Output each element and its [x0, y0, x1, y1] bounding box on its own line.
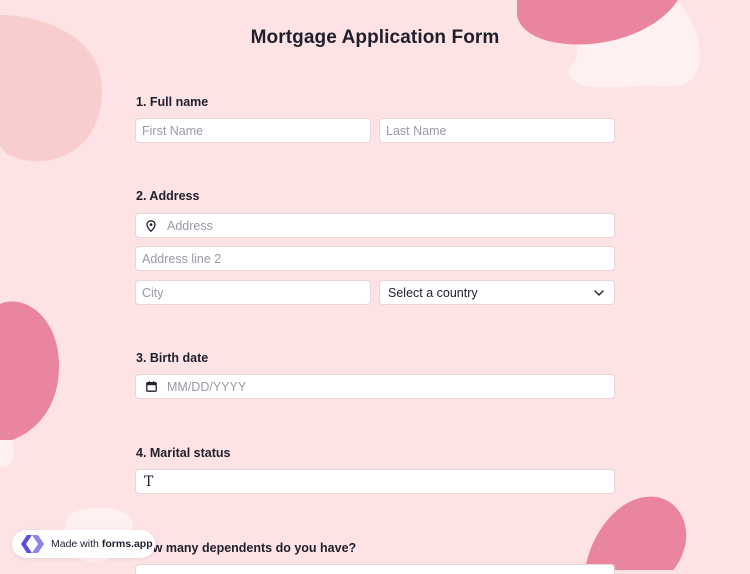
- address-line-2-placeholder: Address line 2: [142, 251, 222, 266]
- text-type-icon: T: [144, 473, 154, 490]
- birth-date-input[interactable]: MM/DD/YYYY: [135, 374, 615, 399]
- marital-status-input[interactable]: T: [135, 469, 615, 494]
- form-title: Mortgage Application Form: [250, 27, 500, 48]
- forms-app-logo-icon: [19, 534, 45, 554]
- address-placeholder: Address: [167, 218, 213, 233]
- address-line-2-input[interactable]: Address line 2: [135, 246, 615, 271]
- first-name-placeholder: First Name: [142, 123, 204, 138]
- mortgage-application-form: Mortgage Application Form 1. Full name F…: [0, 0, 750, 574]
- last-name-input[interactable]: Last Name: [379, 118, 615, 143]
- question-dependents-label: How many dependents do you have?: [136, 541, 357, 555]
- question-marital-status-label: 4. Marital status: [136, 446, 231, 460]
- made-with-forms-app-badge[interactable]: Made with forms.app: [12, 530, 155, 558]
- badge-prefix: Made with: [51, 538, 99, 550]
- calendar-icon: [144, 380, 158, 394]
- chevron-down-icon: [594, 289, 604, 296]
- city-placeholder: City: [142, 285, 164, 300]
- country-select-value: Select a country: [388, 285, 478, 300]
- location-pin-icon: [144, 219, 158, 233]
- dependents-input[interactable]: [135, 564, 615, 574]
- last-name-placeholder: Last Name: [386, 123, 447, 138]
- question-address-label: 2. Address: [136, 189, 200, 203]
- city-input[interactable]: City: [135, 280, 371, 305]
- badge-brand: forms.app: [101, 538, 153, 550]
- address-input[interactable]: Address: [135, 213, 615, 238]
- country-select[interactable]: Select a country: [379, 280, 615, 305]
- question-full-name-label: 1. Full name: [136, 95, 209, 109]
- first-name-input[interactable]: First Name: [135, 118, 371, 143]
- question-birth-date-label: 3. Birth date: [136, 351, 209, 365]
- birth-date-placeholder: MM/DD/YYYY: [167, 379, 247, 394]
